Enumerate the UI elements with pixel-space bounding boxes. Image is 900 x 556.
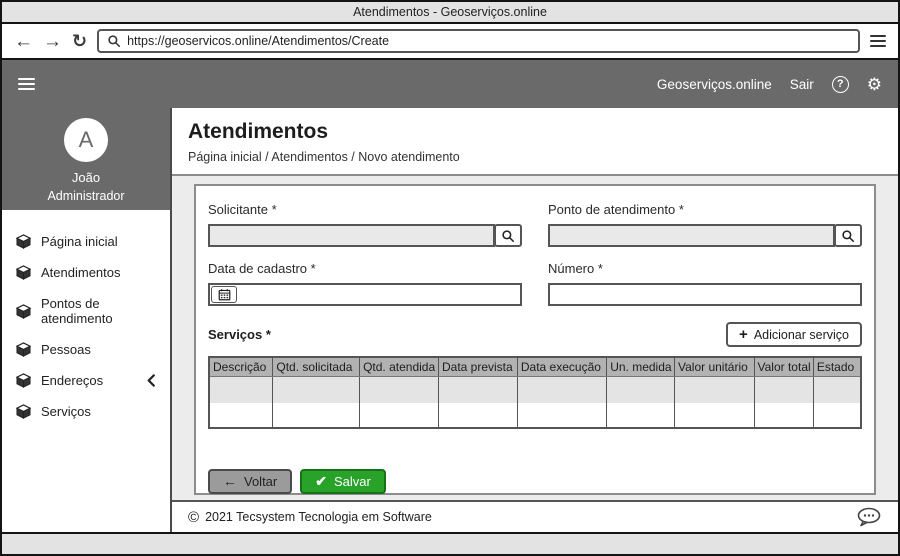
url-text: https://geoservicos.online/Atendimentos/… (127, 34, 389, 48)
col-data-prevista: Data prevista (438, 357, 517, 377)
add-service-button[interactable]: + Adicionar serviço (726, 322, 862, 347)
browser-navbar: ← → ↻ https://geoservicos.online/Atendim… (2, 24, 898, 60)
cube-icon (16, 342, 31, 357)
calendar-button[interactable] (211, 286, 237, 303)
cube-icon (16, 373, 31, 388)
gear-icon[interactable]: ⚙ (867, 76, 882, 93)
solicitante-search-button[interactable] (494, 224, 522, 247)
browser-titlebar: Atendimentos - Geoserviços.online (2, 2, 898, 24)
cube-icon (16, 404, 31, 419)
solicitante-input[interactable] (208, 224, 495, 247)
sidebar: A João Administrador Página inicial Aten… (2, 108, 172, 532)
add-service-label: Adicionar serviço (754, 328, 849, 342)
col-un-medida: Un. medida (607, 357, 675, 377)
logout-link[interactable]: Sair (790, 77, 814, 92)
search-icon (107, 34, 121, 48)
col-qtd-solicitada: Qtd. solicitada (273, 357, 360, 377)
sidebar-item-label: Página inicial (41, 234, 118, 249)
ponto-atendimento-input[interactable] (548, 224, 835, 247)
numero-field: Número * (548, 261, 862, 306)
col-valor-total: Valor total (754, 357, 813, 377)
user-profile: A João Administrador (2, 108, 170, 210)
forward-icon[interactable]: → (43, 32, 62, 51)
sidebar-menu: Página inicial Atendimentos Pontos de at… (2, 210, 170, 427)
footer: © 2021 Tecsystem Tecnologia em Software (172, 500, 898, 532)
table-header-row: Descrição Qtd. solicitada Qtd. atendida … (209, 357, 861, 377)
table-row (209, 377, 861, 403)
app-header: Geoserviços.online Sair ? ⚙ (2, 60, 898, 108)
ponto-atendimento-label: Ponto de atendimento * (548, 202, 862, 217)
back-arrow-icon: ← (223, 474, 237, 488)
col-qtd-atendida: Qtd. atendida (360, 357, 439, 377)
main-area: Atendimentos Página inicial / Atendiment… (172, 108, 898, 532)
ponto-atendimento-field: Ponto de atendimento * (548, 202, 862, 247)
search-icon (841, 229, 855, 243)
sidebar-item-enderecos[interactable]: Endereços (2, 365, 170, 396)
back-button[interactable]: ← Voltar (208, 469, 292, 494)
back-icon[interactable]: ← (14, 32, 33, 51)
chevron-left-icon[interactable] (146, 374, 156, 387)
brand-text: Geoserviços.online (657, 77, 772, 92)
calendar-icon (218, 288, 231, 301)
footer-text: 2021 Tecsystem Tecnologia em Software (205, 510, 432, 524)
col-data-execucao: Data execução (517, 357, 606, 377)
col-estado: Estado (813, 357, 861, 377)
col-descricao: Descrição (209, 357, 273, 377)
data-cadastro-label: Data de cadastro * (208, 261, 522, 276)
cube-icon (16, 265, 31, 280)
help-icon[interactable]: ? (832, 76, 849, 93)
sidebar-item-label: Serviços (41, 404, 91, 419)
solicitante-label: Solicitante * (208, 202, 522, 217)
ponto-atendimento-search-button[interactable] (834, 224, 862, 247)
user-name: João (72, 170, 100, 185)
sidebar-item-pagina-inicial[interactable]: Página inicial (2, 226, 170, 257)
form-panel: Solicitante * Ponto de atendimento * (194, 184, 876, 495)
sidebar-item-label: Pessoas (41, 342, 91, 357)
sidebar-item-pessoas[interactable]: Pessoas (2, 334, 170, 365)
sidebar-item-servicos[interactable]: Serviços (2, 396, 170, 427)
data-cadastro-field: Data de cadastro * (208, 261, 522, 306)
sidebar-item-label: Atendimentos (41, 265, 121, 280)
cube-icon (16, 234, 31, 249)
table-row (209, 403, 861, 428)
servicos-label: Serviços * (208, 327, 271, 342)
page-header: Atendimentos Página inicial / Atendiment… (172, 108, 898, 176)
breadcrumb: Página inicial / Atendimentos / Novo ate… (188, 150, 882, 164)
save-button[interactable]: ✔ Salvar (300, 469, 386, 494)
browser-menu-icon[interactable] (870, 35, 886, 48)
data-cadastro-input[interactable] (208, 283, 522, 306)
chat-bubble-icon[interactable] (856, 507, 882, 527)
page-title: Atendimentos (188, 120, 882, 144)
url-bar[interactable]: https://geoservicos.online/Atendimentos/… (97, 29, 860, 53)
col-valor-unitario: Valor unitário (674, 357, 754, 377)
services-table: Descrição Qtd. solicitada Qtd. atendida … (208, 356, 862, 429)
back-button-label: Voltar (244, 474, 277, 489)
avatar: A (64, 118, 108, 162)
plus-icon: + (739, 327, 748, 342)
hamburger-menu-icon[interactable] (18, 78, 35, 91)
sidebar-item-pontos-de-atendimento[interactable]: Pontos de atendimento (2, 288, 170, 334)
save-button-label: Salvar (334, 474, 371, 489)
browser-window: Atendimentos - Geoserviços.online ← → ↻ … (0, 0, 900, 556)
window-bottom-strip (2, 532, 898, 554)
user-role: Administrador (47, 189, 124, 203)
cube-icon (16, 304, 31, 319)
search-icon (501, 229, 515, 243)
sidebar-item-label: Endereços (41, 373, 103, 388)
browser-title: Atendimentos - Geoserviços.online (353, 5, 547, 19)
solicitante-field: Solicitante * (208, 202, 522, 247)
numero-label: Número * (548, 261, 862, 276)
sidebar-item-label: Pontos de atendimento (41, 296, 156, 326)
sidebar-item-atendimentos[interactable]: Atendimentos (2, 257, 170, 288)
check-icon: ✔ (315, 474, 327, 488)
content-area: Solicitante * Ponto de atendimento * (172, 176, 898, 500)
copyright-icon: © (188, 509, 199, 526)
refresh-icon[interactable]: ↻ (72, 32, 87, 50)
numero-input[interactable] (548, 283, 862, 306)
